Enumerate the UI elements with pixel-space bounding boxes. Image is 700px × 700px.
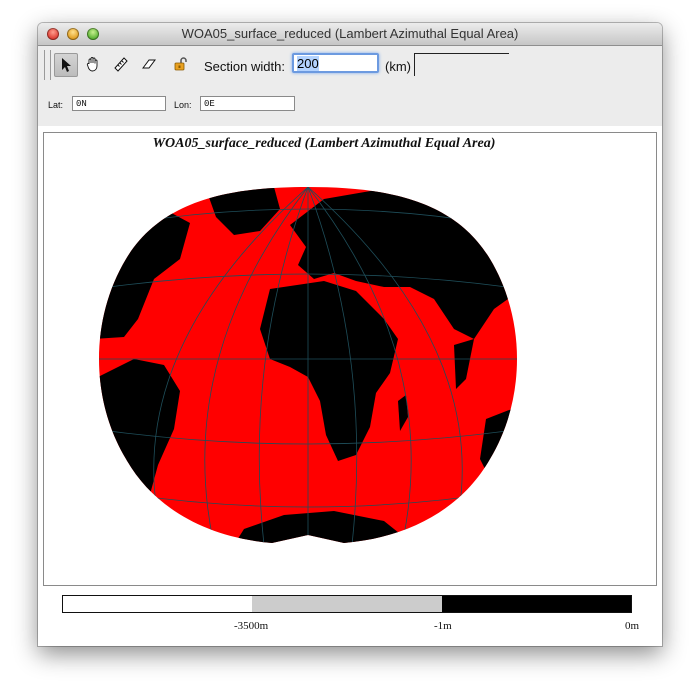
map-canvas[interactable] — [94, 169, 522, 545]
lat-label: Lat: — [48, 100, 64, 110]
colorbar-label: -1m — [434, 620, 452, 632]
colorbar-segment — [252, 596, 442, 612]
pointer-icon — [62, 58, 71, 72]
colorbar-segment — [63, 596, 253, 612]
km-field[interactable] — [414, 53, 509, 76]
pan-tool-button[interactable] — [82, 53, 104, 75]
unlock-icon — [174, 57, 187, 71]
title-bar: WOA05_surface_reduced (Lambert Azimuthal… — [38, 23, 662, 46]
eraser-tool-button[interactable] — [138, 53, 160, 75]
section-width-label: Section width: — [204, 59, 285, 74]
toolbar-grip[interactable] — [44, 50, 51, 80]
ruler-tool-button[interactable] — [110, 53, 132, 75]
hand-pan-icon — [86, 57, 98, 72]
ruler-icon — [114, 57, 128, 72]
eraser-icon — [142, 59, 156, 69]
app-window: WOA05_surface_reduced (Lambert Azimuthal… — [38, 23, 662, 646]
lock-tool-button[interactable] — [170, 53, 192, 75]
km-unit-label: (km) — [385, 59, 411, 74]
lon-label: Lon: — [174, 100, 192, 110]
section-width-input[interactable]: 200 — [292, 53, 379, 73]
colorbar-label: -3500m — [234, 620, 269, 632]
content-area: WOA05_surface_reduced (Lambert Azimuthal… — [38, 126, 662, 646]
coordinate-bar: Lat: 0N Lon: 0E — [38, 86, 662, 126]
window-title: WOA05_surface_reduced (Lambert Azimuthal… — [181, 26, 519, 41]
colorbar — [62, 595, 632, 613]
section-width-value: 200 — [297, 56, 319, 71]
map-title: WOA05_surface_reduced (Lambert Azimuthal… — [152, 136, 496, 151]
map-panel[interactable]: WOA05_surface_reduced (Lambert Azimuthal… — [43, 132, 657, 586]
pointer-tool-button[interactable] — [54, 53, 78, 77]
colorbar-segment — [441, 596, 631, 612]
toolbar: Section width: 200 (km) — [38, 46, 662, 86]
colorbar-label: 0m — [625, 620, 640, 632]
lon-field[interactable]: 0E — [200, 96, 295, 111]
lat-field[interactable]: 0N — [72, 96, 166, 111]
